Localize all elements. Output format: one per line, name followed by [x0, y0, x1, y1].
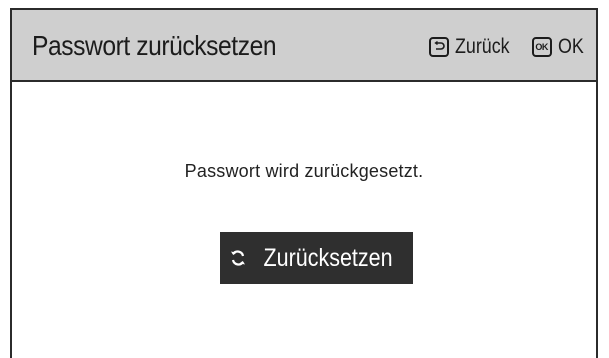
reset-button-label: Zurücksetzen — [263, 244, 394, 272]
return-arrow-icon — [429, 37, 450, 57]
back-button[interactable]: Zurück — [429, 35, 519, 59]
refresh-icon — [229, 249, 247, 267]
header-navigation: Zurück OK OK — [429, 34, 588, 60]
dialog-title: Passwort zurücksetzen — [32, 30, 277, 61]
password-reset-dialog: Passwort zurücksetzen Zurück OK OK Passw… — [10, 8, 598, 358]
ok-label: OK — [557, 35, 584, 58]
status-message: Passwort wird zurückgesetzt. — [184, 161, 424, 181]
reset-button[interactable]: Zurücksetzen — [220, 232, 413, 284]
back-label: Zurück — [455, 35, 511, 58]
ok-key-icon: OK — [531, 37, 552, 57]
ok-key-icon-text: OK — [535, 41, 548, 52]
ok-button[interactable]: OK OK — [531, 35, 588, 59]
dialog-header: Passwort zurücksetzen Zurück OK OK — [12, 10, 596, 82]
